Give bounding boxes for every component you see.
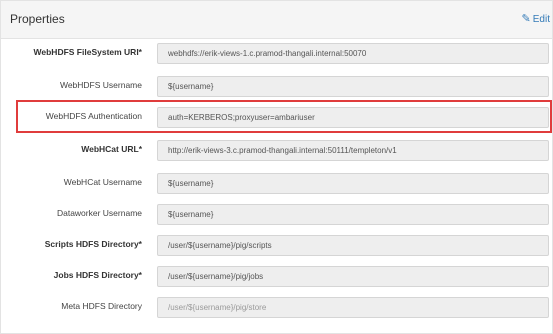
field-label: WebHCat URL* <box>81 144 142 154</box>
webhdfs-authentication-input[interactable]: auth=KERBEROS;proxyuser=ambariuser <box>157 107 549 128</box>
webhcat-url-input[interactable]: http://erik-views-3.c.pramod-thangali.in… <box>157 140 549 161</box>
pencil-icon: ✎ <box>521 13 531 25</box>
edit-label: Edit <box>532 14 550 25</box>
field-row-webhcat-url: WebHCat URL* http://erik-views-3.c.pramo… <box>1 136 552 166</box>
field-row-webhdfs-username: WebHDFS Username ${username} <box>1 72 552 102</box>
field-row-webhdfs-uri: WebHDFS FileSystem URI* webhdfs://erik-v… <box>1 39 552 69</box>
field-label: Meta HDFS Directory <box>61 301 142 311</box>
field-label: Scripts HDFS Directory* <box>44 239 142 249</box>
field-label: Dataworker Username <box>56 208 142 218</box>
meta-hdfs-directory-input[interactable]: /user/${username}/pig/store <box>157 297 549 318</box>
webhdfs-username-input[interactable]: ${username} <box>157 76 549 97</box>
field-row-scripts-hdfs-directory: Scripts HDFS Directory* /user/${username… <box>1 231 552 261</box>
edit-button[interactable]: ✎ Edit <box>522 12 550 25</box>
field-row-webhdfs-authentication: WebHDFS Authentication auth=KERBEROS;pro… <box>1 103 552 133</box>
jobs-hdfs-directory-input[interactable]: /user/${username}/pig/jobs <box>157 266 549 287</box>
field-row-jobs-hdfs-directory: Jobs HDFS Directory* /user/${username}/p… <box>1 262 552 292</box>
field-label: Jobs HDFS Directory* <box>53 270 142 280</box>
panel-header: Properties ✎ Edit <box>1 1 552 39</box>
field-label: WebHDFS FileSystem URI* <box>33 47 142 57</box>
properties-panel: Properties ✎ Edit WebHDFS FileSystem URI*… <box>0 0 553 334</box>
scripts-hdfs-directory-input[interactable]: /user/${username}/pig/scripts <box>157 235 549 256</box>
dataworker-username-input[interactable]: ${username} <box>157 204 549 225</box>
webhdfs-uri-input[interactable]: webhdfs://erik-views-1.c.pramod-thangali… <box>157 43 549 64</box>
webhcat-username-input[interactable]: ${username} <box>157 173 549 194</box>
field-label: WebHDFS Username <box>59 80 142 90</box>
field-label: WebHCat Username <box>63 177 142 187</box>
field-label: WebHDFS Authentication <box>45 111 142 121</box>
field-row-webhcat-username: WebHCat Username ${username} <box>1 169 552 199</box>
panel-title: Properties <box>10 12 65 26</box>
field-row-dataworker-username: Dataworker Username ${username} <box>1 200 552 230</box>
field-row-meta-hdfs-directory: Meta HDFS Directory /user/${username}/pi… <box>1 293 552 323</box>
